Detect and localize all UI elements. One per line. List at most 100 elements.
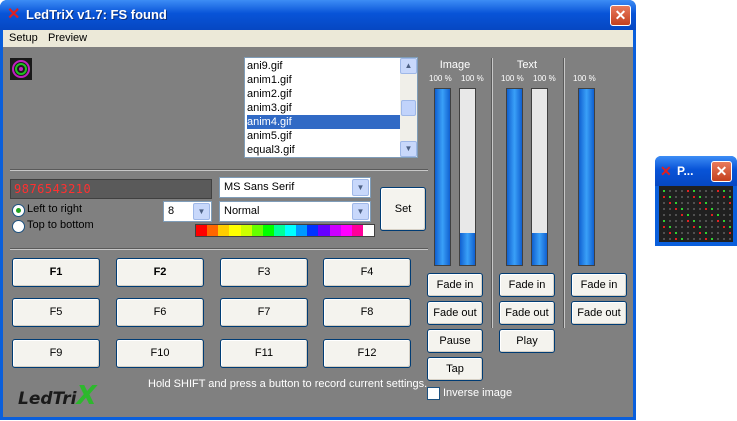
led-dot [669,190,671,192]
color-swatch[interactable] [296,225,308,236]
text-fade-out-button[interactable]: Fade out [499,301,555,325]
preset-button-f4[interactable]: F4 [323,258,411,287]
led-dot [693,196,695,198]
master-fade-in-button[interactable]: Fade in [571,273,627,297]
preset-button-f11[interactable]: F11 [220,339,308,368]
set-button[interactable]: Set [380,187,426,231]
radio-left-to-right[interactable] [12,204,25,217]
preset-button-f1[interactable]: F1 [12,258,100,287]
master-level-bar[interactable] [578,88,595,266]
font-size-select[interactable]: 8 ▼ [163,201,212,222]
color-swatch[interactable] [273,225,285,236]
divider [491,58,493,328]
color-swatch[interactable] [207,225,219,236]
led-dot [717,232,719,234]
image-header: Image [439,59,471,71]
menu-preview[interactable]: Preview [48,32,87,44]
list-item[interactable]: anim1.gif [247,73,401,87]
tap-button[interactable]: Tap [427,357,483,381]
list-item[interactable]: equal3.gif [247,143,401,157]
scroll-up-icon[interactable]: ▲ [400,58,417,74]
menu-bar: Setup Preview [3,30,633,47]
led-dot [693,214,695,216]
led-dot [711,196,713,198]
level-label: 100 % [573,74,596,83]
color-swatch[interactable] [340,225,352,236]
preset-button-f10[interactable]: F10 [116,339,204,368]
animation-listbox[interactable]: ani9.gif anim1.gif anim2.gif anim3.gif a… [244,57,418,158]
inverse-image-checkbox[interactable] [427,387,440,400]
color-swatch[interactable] [251,225,263,236]
text-level-bar-1[interactable] [506,88,523,266]
color-swatch[interactable] [196,225,208,236]
led-dot [675,232,677,234]
list-item[interactable]: anim3.gif [247,101,401,115]
bar-fill [435,89,450,265]
image-level-bar-1[interactable] [434,88,451,266]
led-dot [669,196,671,198]
pause-button[interactable]: Pause [427,329,483,353]
radio-top-to-bottom[interactable] [12,220,25,233]
color-swatch[interactable] [240,225,252,236]
list-scrollbar[interactable]: ▲ ▼ [400,58,417,157]
color-swatch[interactable] [229,225,241,236]
scroll-thumb[interactable] [401,100,416,116]
preset-button-f9[interactable]: F9 [12,339,100,368]
color-palette[interactable] [195,224,375,237]
led-dot [687,232,689,234]
led-dot [681,214,683,216]
preset-button-f8[interactable]: F8 [323,298,411,327]
preset-button-f3[interactable]: F3 [220,258,308,287]
led-dot [705,238,707,240]
image-fade-out-button[interactable]: Fade out [427,301,483,325]
spiral-icon[interactable] [10,58,32,80]
list-item-selected[interactable]: anim4.gif [247,115,401,129]
preset-button-f2[interactable]: F2 [116,258,204,287]
image-fade-in-button[interactable]: Fade in [427,273,483,297]
led-text-input[interactable]: 9876543210 [10,179,212,199]
list-item[interactable]: anim2.gif [247,87,401,101]
color-swatch[interactable] [329,225,341,236]
led-dot [705,208,707,210]
preview-close-button[interactable]: ✕ [711,161,732,182]
ledtrix-logo: LedTriX [18,381,97,411]
text-level-bar-2[interactable] [531,88,548,266]
color-swatch[interactable] [307,225,319,236]
chevron-down-icon[interactable]: ▼ [352,203,369,220]
preset-button-f5[interactable]: F5 [12,298,100,327]
chevron-down-icon[interactable]: ▼ [352,179,369,196]
text-fade-in-button[interactable]: Fade in [499,273,555,297]
led-dot [699,208,701,210]
led-dot [717,208,719,210]
title-bar[interactable]: ✕ LedTriX v1.7: FS found ✕ [0,0,636,30]
scroll-down-icon[interactable]: ▼ [400,141,417,157]
preset-button-f6[interactable]: F6 [116,298,204,327]
close-button[interactable]: ✕ [610,5,631,26]
color-swatch[interactable] [318,225,330,236]
font-style-select[interactable]: Normal ▼ [219,201,371,222]
bar-fill [532,233,547,265]
menu-setup[interactable]: Setup [9,32,38,44]
image-level-bar-2[interactable] [459,88,476,266]
list-item[interactable]: anim5.gif [247,129,401,143]
color-swatch[interactable] [262,225,274,236]
led-dot [699,238,701,240]
color-swatch[interactable] [218,225,230,236]
play-button[interactable]: Play [499,329,555,353]
font-name-select[interactable]: MS Sans Serif ▼ [219,177,371,198]
led-dot [705,190,707,192]
led-dot [723,220,725,222]
master-fade-out-button[interactable]: Fade out [571,301,627,325]
preview-title-bar[interactable]: ✕ P... ✕ [655,156,737,186]
bar-fill [579,89,594,265]
color-swatch[interactable] [285,225,297,236]
chevron-down-icon[interactable]: ▼ [193,203,210,220]
color-swatch[interactable] [362,225,374,236]
preset-button-f7[interactable]: F7 [220,298,308,327]
led-dot [711,190,713,192]
list-item[interactable]: ani9.gif [247,59,401,73]
preset-button-f12[interactable]: F12 [323,339,411,368]
color-swatch[interactable] [351,225,363,236]
level-label: 100 % [533,74,556,83]
led-dot [711,238,713,240]
